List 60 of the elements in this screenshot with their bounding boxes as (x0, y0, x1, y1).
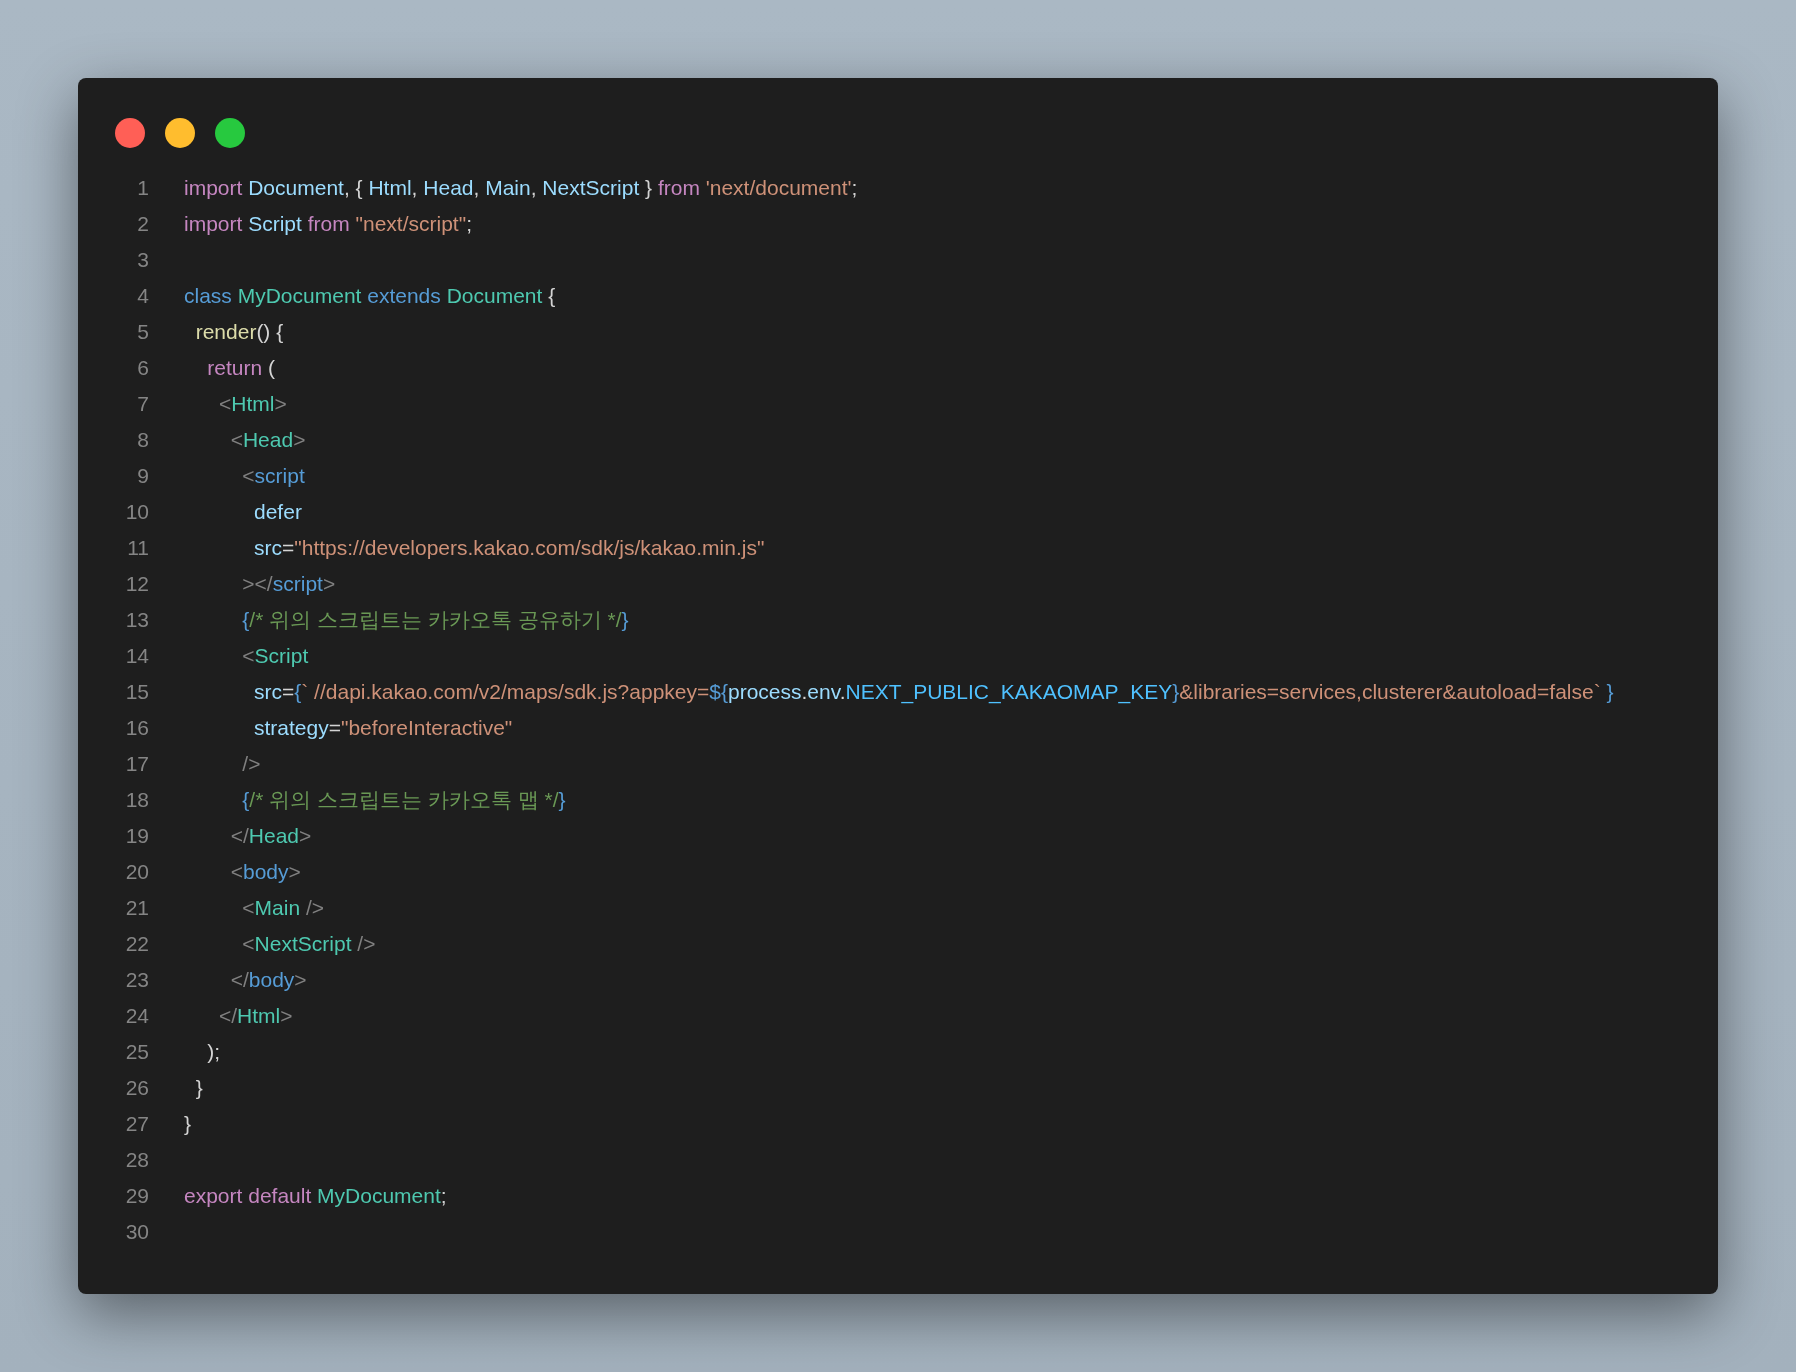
line-number: 3 (136, 247, 149, 273)
line-number: 10 (124, 499, 149, 525)
code-line: </body> (229, 967, 308, 993)
code-line: </Head> (229, 823, 313, 849)
code-line: defer (253, 499, 303, 525)
line-number: 14 (124, 643, 149, 669)
code-line: <Main /> (241, 895, 326, 921)
code-line: <Head> (229, 427, 307, 453)
line-number: 24 (124, 1003, 149, 1029)
line-number: 7 (136, 391, 149, 417)
line-number: 16 (124, 715, 149, 741)
line-number: 28 (124, 1147, 149, 1173)
line-number: 20 (124, 859, 149, 885)
line-number: 23 (124, 967, 149, 993)
code-line: class MyDocument extends Document { (184, 283, 557, 309)
line-number: 6 (136, 355, 149, 381)
code-line: src="https://developers.kakao.com/sdk/js/kakao.min.js" (253, 535, 766, 561)
code-line: import Document, { Html, Head, Main, NextScript } from 'next/document'; (184, 175, 859, 201)
line-number: 2 (136, 211, 149, 237)
line-number: 17 (124, 751, 149, 777)
code-line: src={` //dapi.kakao.com/v2/maps/sdk.js?appkey=${process.env.NEXT_PUBLIC_KAKAOMAP_KEY}&libraries=services,clusterer&autoload=false` } (253, 679, 1614, 706)
code-line: <Script (241, 643, 310, 669)
line-number: 27 (124, 1111, 149, 1137)
code-line: {/* 위의 스크립트는 카카오톡 맵 */} (241, 787, 567, 813)
window-zoom-button[interactable] (215, 118, 245, 148)
line-number: 30 (124, 1219, 149, 1245)
line-number: 22 (124, 931, 149, 957)
line-number: 15 (124, 679, 149, 705)
line-number: 13 (124, 607, 149, 633)
code-line: } (184, 1111, 192, 1137)
line-number: 19 (124, 823, 149, 849)
code-line: {/* 위의 스크립트는 카카오톡 공유하기 */} (241, 607, 630, 633)
code-line: return ( (206, 355, 277, 381)
code-line: <NextScript /> (241, 931, 377, 957)
line-number: 29 (124, 1183, 149, 1209)
code-line: <body> (229, 859, 302, 885)
code-line: ); (206, 1039, 222, 1065)
line-number: 21 (124, 895, 149, 921)
code-line: /> (241, 751, 262, 777)
code-line: render() { (194, 319, 285, 345)
code-line: ></script> (241, 571, 337, 597)
window-minimize-button[interactable] (165, 118, 195, 148)
line-number: 8 (136, 427, 149, 453)
code-line: <script (241, 463, 306, 489)
line-number: 9 (136, 463, 149, 489)
code-line: strategy="beforeInteractive" (253, 715, 514, 741)
line-number: 1 (136, 175, 149, 201)
code-line: <Html> (218, 391, 288, 417)
line-number: 12 (124, 571, 149, 597)
line-number: 25 (124, 1039, 149, 1065)
line-number: 26 (124, 1075, 149, 1101)
code-line: } (194, 1075, 204, 1101)
line-number: 5 (136, 319, 149, 345)
window-close-button[interactable] (115, 118, 145, 148)
code-line: import Script from "next/script"; (184, 211, 473, 237)
line-number: 18 (124, 787, 149, 813)
line-number: 4 (136, 283, 149, 309)
code-line: export default MyDocument; (184, 1183, 448, 1209)
line-number: 11 (126, 535, 149, 561)
code-line: </Html> (218, 1003, 294, 1029)
